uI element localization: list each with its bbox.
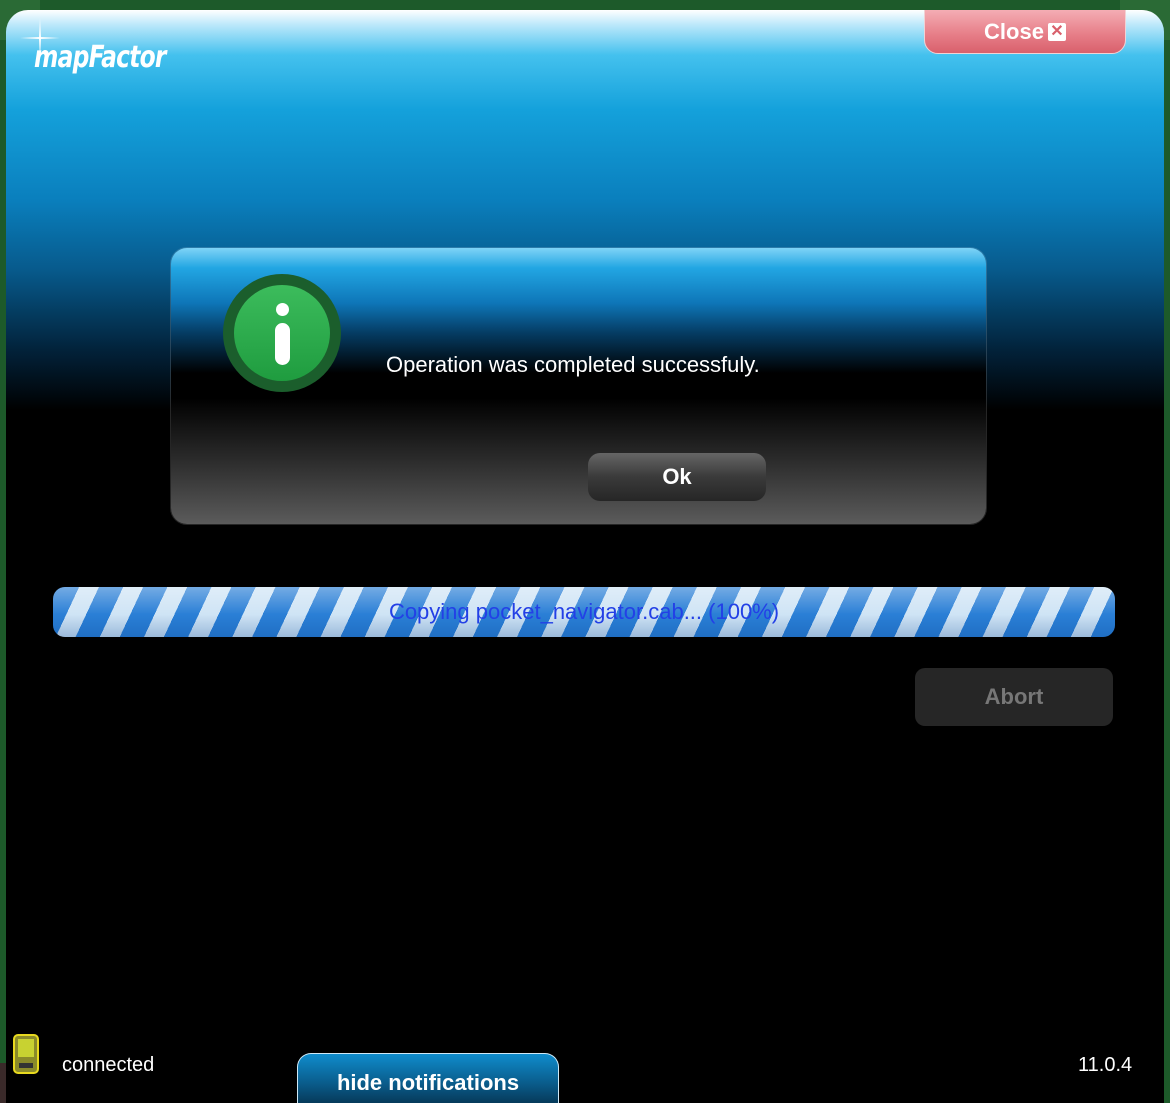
mapfactor-logo: mapFactor (34, 40, 166, 75)
close-button-label: Close (984, 19, 1044, 44)
copy-progress-bar: Copying pocket_navigator.cab... (100%) (53, 587, 1115, 637)
info-icon (223, 274, 341, 392)
abort-button[interactable]: Abort (915, 668, 1113, 726)
pda-device-icon (13, 1034, 39, 1074)
close-button[interactable]: Close ✕ (924, 10, 1126, 54)
version-label: 11.0.4 (1078, 1054, 1133, 1076)
hide-notifications-button[interactable]: hide notifications (297, 1053, 559, 1103)
progress-label: Copying pocket_navigator.cab... (100%) (388, 599, 780, 624)
app-window: mapFactor Close ✕ Operation was complete… (6, 10, 1164, 1103)
info-dialog: Operation was completed successfuly. Ok (171, 248, 986, 524)
close-x-icon: ✕ (1047, 23, 1066, 41)
dialog-message: Operation was completed successfuly. (386, 352, 760, 377)
ok-button[interactable]: Ok (588, 453, 766, 501)
connection-status: connected (62, 1054, 155, 1076)
